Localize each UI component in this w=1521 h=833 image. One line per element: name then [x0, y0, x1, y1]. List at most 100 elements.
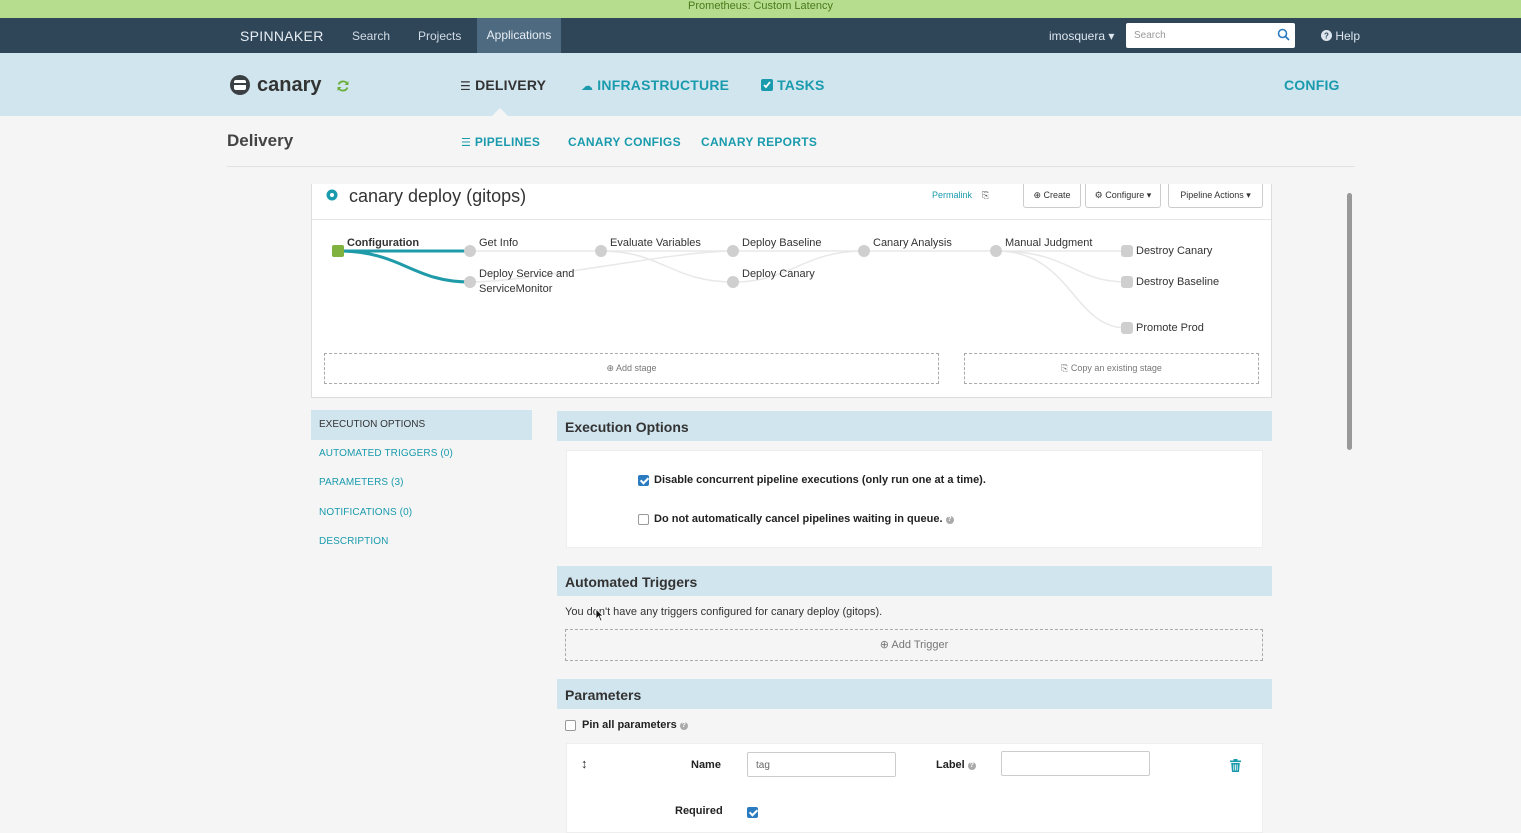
tab-config[interactable]: CONFIG	[1284, 77, 1340, 93]
stage-canary-analysis[interactable]: Canary Analysis	[873, 236, 952, 251]
node-get-info[interactable]	[464, 245, 476, 257]
trash-icon[interactable]	[1230, 759, 1241, 772]
nav-automated-triggers[interactable]: AUTOMATED TRIGGERS (0)	[319, 448, 453, 459]
node-deploy-service[interactable]	[464, 276, 476, 288]
parameters-title: Parameters	[565, 687, 642, 703]
stage-deploy-service-line2: ServiceMonitor	[479, 283, 553, 295]
copy-icon: ⎘	[1061, 363, 1069, 373]
environment-banner: Prometheus: Custom Latency	[0, 0, 1521, 18]
graph-active-connectors	[337, 249, 471, 284]
automated-triggers-title: Automated Triggers	[565, 574, 698, 590]
search-placeholder: Search	[1134, 30, 1166, 41]
nav-execution-options-label: EXECUTION OPTIONS	[319, 419, 426, 430]
checkbox-icon	[761, 79, 773, 91]
tab-delivery-label: DELIVERY	[475, 77, 547, 93]
stage-evaluate-variables[interactable]: Evaluate Variables	[610, 236, 701, 251]
node-manual-judgment[interactable]	[990, 245, 1002, 257]
nav-notifications[interactable]: NOTIFICATIONS (0)	[319, 507, 412, 518]
disable-concurrent-checkbox[interactable]	[638, 475, 649, 486]
stage-promote-prod[interactable]: Promote Prod	[1136, 321, 1204, 336]
mouse-cursor	[595, 608, 604, 622]
stage-deploy-service-line1: Deploy Service and	[479, 268, 575, 280]
help-icon[interactable]: ?	[945, 516, 954, 524]
page-scrollbar[interactable]	[1347, 193, 1352, 450]
list-icon: ☰	[461, 137, 472, 149]
tab-canary-configs[interactable]: CANARY CONFIGS	[568, 135, 681, 149]
disable-concurrent-label: Disable concurrent pipeline executions (…	[654, 474, 986, 486]
tab-tasks-label: TASKS	[777, 77, 825, 93]
automated-triggers-header: Automated Triggers	[557, 566, 1272, 596]
drag-handle-icon[interactable]: ↕	[581, 756, 588, 771]
name-input[interactable]: tag	[747, 752, 896, 777]
stage-manual-judgment[interactable]: Manual Judgment	[1005, 236, 1092, 251]
no-triggers-text: You don't have any triggers configured f…	[565, 606, 883, 618]
help-icon[interactable]: ?	[679, 722, 688, 730]
no-cancel-text: Do not automatically cancel pipelines wa…	[654, 513, 943, 525]
execution-options-panel: Disable concurrent pipeline executions (…	[566, 450, 1263, 548]
no-cancel-checkbox[interactable]	[638, 514, 649, 525]
stage-destroy-baseline[interactable]: Destroy Baseline	[1136, 275, 1219, 290]
node-promote-prod[interactable]	[1121, 322, 1133, 334]
add-stage-button[interactable]: ⊕ Add stage	[324, 353, 939, 384]
user-menu[interactable]: imosquera ▾	[1049, 29, 1114, 43]
label-input[interactable]	[1001, 751, 1150, 776]
stage-configuration[interactable]: Configuration	[347, 236, 419, 251]
nav-execution-options[interactable]: EXECUTION OPTIONS	[311, 410, 532, 440]
nav-projects[interactable]: Projects	[418, 29, 461, 43]
add-stage-label: Add stage	[616, 363, 657, 373]
tab-delivery[interactable]: ☰ DELIVERY	[460, 77, 546, 93]
stage-get-info[interactable]: Get Info	[479, 236, 518, 251]
pin-all-label: Pin all parameters?	[582, 719, 688, 731]
label-text: Label	[936, 759, 965, 771]
tab-tasks[interactable]: TASKS	[761, 77, 825, 93]
help-icon[interactable]: ?	[967, 762, 976, 770]
tab-pipelines[interactable]: ☰ PIPELINES	[461, 135, 540, 149]
nav-search[interactable]: Search	[352, 29, 390, 43]
node-destroy-baseline[interactable]	[1121, 276, 1133, 288]
tab-canary-reports[interactable]: CANARY REPORTS	[701, 135, 817, 149]
required-label: Required	[675, 805, 723, 817]
name-label: Name	[691, 759, 721, 771]
plus-circle-icon: ⊕	[879, 639, 889, 651]
add-trigger-button[interactable]: ⊕ Add Trigger	[565, 629, 1263, 661]
active-tab-caret	[492, 108, 508, 116]
pin-all-text: Pin all parameters	[582, 719, 677, 731]
execution-options-header: Execution Options	[557, 411, 1272, 441]
list-icon: ☰	[460, 79, 471, 93]
application-icon	[230, 75, 250, 95]
nav-applications[interactable]: Applications	[477, 18, 561, 53]
page-title: Delivery	[227, 131, 294, 150]
tab-infrastructure-label: INFRASTRUCTURE	[597, 77, 730, 93]
required-checkbox[interactable]	[747, 807, 758, 818]
help-label: Help	[1335, 29, 1361, 43]
nav-parameters[interactable]: PARAMETERS (3)	[319, 477, 404, 488]
stage-deploy-service[interactable]: Deploy Service and ServiceMonitor	[479, 267, 574, 297]
tab-infrastructure[interactable]: ☁ INFRASTRUCTURE	[581, 77, 729, 93]
refresh-icon[interactable]	[336, 79, 350, 93]
pin-all-checkbox[interactable]	[565, 720, 576, 731]
divider	[227, 166, 1355, 167]
parameters-header: Parameters	[557, 679, 1272, 709]
nav-description[interactable]: DESCRIPTION	[319, 536, 388, 547]
application-name: canary	[257, 74, 322, 96]
plus-circle-icon: ⊕	[606, 363, 614, 373]
no-cancel-label: Do not automatically cancel pipelines wa…	[654, 513, 954, 525]
brand-logo[interactable]: SPINNAKER	[240, 28, 324, 44]
top-navigation: SPINNAKER Search Projects Applications i…	[0, 18, 1521, 53]
search-icon[interactable]	[1277, 28, 1290, 41]
help-link[interactable]: ? Help	[1321, 29, 1360, 43]
global-search-input[interactable]: Search	[1126, 23, 1295, 48]
add-trigger-label: Add Trigger	[891, 639, 949, 651]
configuration-node[interactable]	[332, 245, 344, 257]
help-icon: ?	[1321, 30, 1332, 41]
stage-deploy-baseline[interactable]: Deploy Baseline	[742, 236, 822, 251]
node-evaluate-variables[interactable]	[595, 245, 607, 257]
stage-destroy-canary[interactable]: Destroy Canary	[1136, 244, 1212, 259]
label-label: Label?	[936, 759, 976, 771]
copy-stage-button[interactable]: ⎘ Copy an existing stage	[964, 353, 1259, 384]
stage-deploy-canary[interactable]: Deploy Canary	[742, 267, 815, 282]
node-deploy-canary[interactable]	[727, 276, 739, 288]
node-canary-analysis[interactable]	[858, 245, 870, 257]
node-deploy-baseline[interactable]	[727, 245, 739, 257]
node-destroy-canary[interactable]	[1121, 245, 1133, 257]
